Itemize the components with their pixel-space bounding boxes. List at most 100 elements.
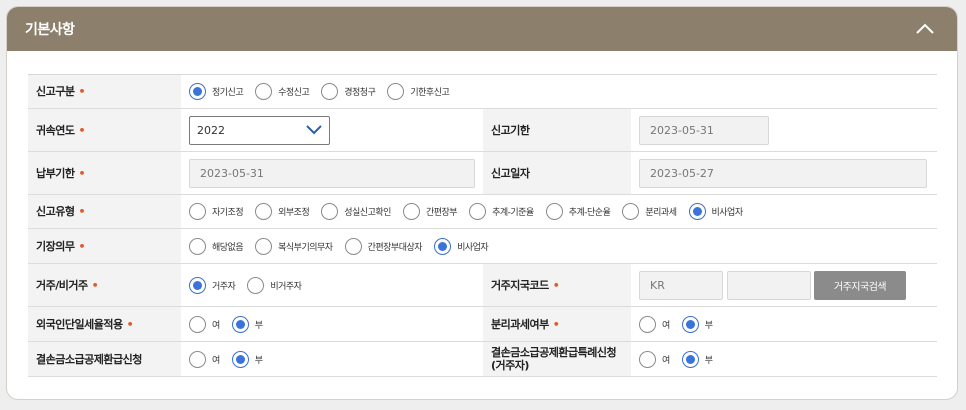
radio-label: 추계-기준율 xyxy=(492,208,534,218)
chevron-down-icon xyxy=(306,125,322,135)
radio-circle[interactable] xyxy=(255,83,273,100)
radio-circle[interactable] xyxy=(639,315,656,333)
radio-option[interactable]: 간편장부 xyxy=(402,203,458,220)
radio-circle[interactable] xyxy=(231,350,249,368)
radio-option[interactable]: 비사업자 xyxy=(434,237,489,255)
radio-label: 부 xyxy=(254,320,263,331)
radio-option[interactable]: 여 xyxy=(639,350,670,368)
radio-label: 성실신고확인 xyxy=(344,208,391,218)
required-mark: • xyxy=(552,317,560,331)
radio-option[interactable]: 비사업자 xyxy=(688,203,744,220)
radio-circle[interactable] xyxy=(321,203,339,220)
radio-option[interactable]: 추계-기준율 xyxy=(469,203,534,220)
row-report-type: 신고구분 • 정기신고 수정신고 경정청구 기한후신고 xyxy=(28,75,937,109)
field-label: 납부기한 • xyxy=(28,152,181,194)
radio-label: 거주자 xyxy=(212,281,236,292)
radio-option[interactable]: 비거주자 xyxy=(247,276,302,294)
row-loss-refund: 결손금소급공제환급신청 여 부 결손금소급공제환급특례신청 (거주자) 여 부 xyxy=(28,342,937,377)
row-residency: 거주/비거주 • 거주자 비거주자 거주지국코드 • KR 거주지국검색 xyxy=(28,264,937,307)
row-report-kind: 신고유형 • 자기조정 외부조정 성실신고확인 간편장부 추계-기준율 추계-단순… xyxy=(28,195,937,229)
radio-circle[interactable] xyxy=(231,315,249,333)
radio-option[interactable]: 기한후신고 xyxy=(387,83,450,100)
radio-circle[interactable] xyxy=(387,83,405,100)
year-select-value: 2022 xyxy=(197,123,225,137)
country-search-button[interactable]: 거주지국검색 xyxy=(814,270,906,300)
field-label: 기장의무 • xyxy=(28,229,181,263)
radio-option[interactable]: 해당없음 xyxy=(189,237,244,255)
report-date-field: 2023-05-27 xyxy=(639,158,927,188)
basic-info-panel: 기본사항 신고구분• 정기신고 수정신고 경정청구 기한후신고 귀속연도• xyxy=(6,6,958,400)
radio-option[interactable]: 수정신고 xyxy=(255,83,310,100)
radio-circle[interactable] xyxy=(434,237,452,255)
radio-label: 간편장부 xyxy=(425,208,458,218)
radio-option[interactable]: 부 xyxy=(231,315,263,333)
radio-group-report-kind: 자기조정 외부조정 성실신고확인 간편장부 추계-기준율 추계-단순율 분리과세… xyxy=(181,195,936,228)
radio-circle[interactable] xyxy=(255,237,273,255)
country-cell: KR 거주지국검색 xyxy=(631,264,936,306)
radio-option[interactable]: 분리과세 xyxy=(622,203,677,220)
year-select[interactable]: 2022 xyxy=(189,115,330,145)
radio-option[interactable]: 거주자 xyxy=(189,276,236,294)
radio-option[interactable]: 자기조정 xyxy=(189,203,244,220)
radio-group-separate-tax: 여 부 xyxy=(631,307,936,341)
radio-circle[interactable] xyxy=(189,203,206,220)
radio-circle[interactable] xyxy=(469,203,487,220)
radio-circle[interactable] xyxy=(344,237,362,255)
radio-option[interactable]: 간편장부대상자 xyxy=(344,237,423,255)
radio-label: 해당없음 xyxy=(212,242,244,253)
radio-circle[interactable] xyxy=(681,350,699,368)
field-label: 결손금소급공제환급신청 xyxy=(28,342,181,376)
radio-label: 경정청구 xyxy=(344,88,376,98)
radio-circle[interactable] xyxy=(189,276,206,294)
radio-circle[interactable] xyxy=(622,203,640,220)
field-label: 거주/비거주 • xyxy=(28,264,181,306)
radio-option[interactable]: 성실신고확인 xyxy=(321,203,391,220)
radio-circle[interactable] xyxy=(545,203,563,220)
radio-label: 복식부기의무자 xyxy=(278,242,333,253)
radio-label: 부 xyxy=(254,355,263,366)
field-label: 외국인단일세율적용 • xyxy=(28,307,181,341)
radio-option[interactable]: 복식부기의무자 xyxy=(255,237,333,255)
required-mark: • xyxy=(552,278,560,292)
field-label: 신고기한 xyxy=(483,109,631,151)
radio-option[interactable]: 부 xyxy=(231,350,263,368)
radio-option[interactable]: 여 xyxy=(639,315,670,333)
radio-option[interactable]: 추계-단순율 xyxy=(545,203,611,220)
radio-circle[interactable] xyxy=(189,350,206,368)
row-year: 귀속연도 • 2022 신고기한 2023-05-31 xyxy=(28,109,937,152)
radio-option[interactable]: 외부조정 xyxy=(255,203,310,220)
radio-option[interactable]: 정기신고 xyxy=(189,83,244,100)
radio-circle[interactable] xyxy=(189,83,206,100)
radio-option[interactable]: 여 xyxy=(189,350,220,368)
radio-circle[interactable] xyxy=(639,350,656,368)
radio-option[interactable]: 부 xyxy=(681,315,713,333)
radio-option[interactable]: 경정청구 xyxy=(321,83,376,100)
section-header: 기본사항 xyxy=(7,7,957,51)
required-mark: • xyxy=(78,85,86,98)
row-foreign-rate: 외국인단일세율적용 • 여 부 분리과세여부 • 여 부 xyxy=(28,307,937,342)
radio-circle[interactable] xyxy=(247,276,265,294)
radio-circle[interactable] xyxy=(189,237,206,255)
pay-deadline-field: 2023-05-31 xyxy=(189,158,475,188)
radio-circle[interactable] xyxy=(255,203,273,220)
radio-circle[interactable] xyxy=(681,315,699,333)
radio-group-loss-refund: 여 부 xyxy=(181,342,483,376)
radio-label: 외부조정 xyxy=(278,208,310,218)
radio-circle[interactable] xyxy=(189,315,206,333)
radio-label: 비사업자 xyxy=(711,208,744,218)
collapse-button[interactable] xyxy=(911,15,939,43)
field-label: 귀속연도 • xyxy=(28,109,181,151)
radio-circle[interactable] xyxy=(402,203,420,220)
radio-option[interactable]: 여 xyxy=(189,315,220,333)
radio-label: 여 xyxy=(212,355,220,366)
radio-option[interactable]: 부 xyxy=(681,350,713,368)
basic-info-form: 신고구분 • 정기신고 수정신고 경정청구 기한후신고 귀속연도 • 2022 신고… xyxy=(28,74,937,377)
field-label: 결손금소급공제환급특례신청 (거주자) xyxy=(483,342,631,376)
radio-circle[interactable] xyxy=(321,83,339,100)
field-label: 신고유형 • xyxy=(28,195,181,228)
required-mark: • xyxy=(91,278,99,292)
country-code-field: KR xyxy=(639,270,723,300)
chevron-up-icon xyxy=(916,23,934,34)
required-mark: • xyxy=(78,205,86,218)
radio-circle[interactable] xyxy=(688,203,706,220)
